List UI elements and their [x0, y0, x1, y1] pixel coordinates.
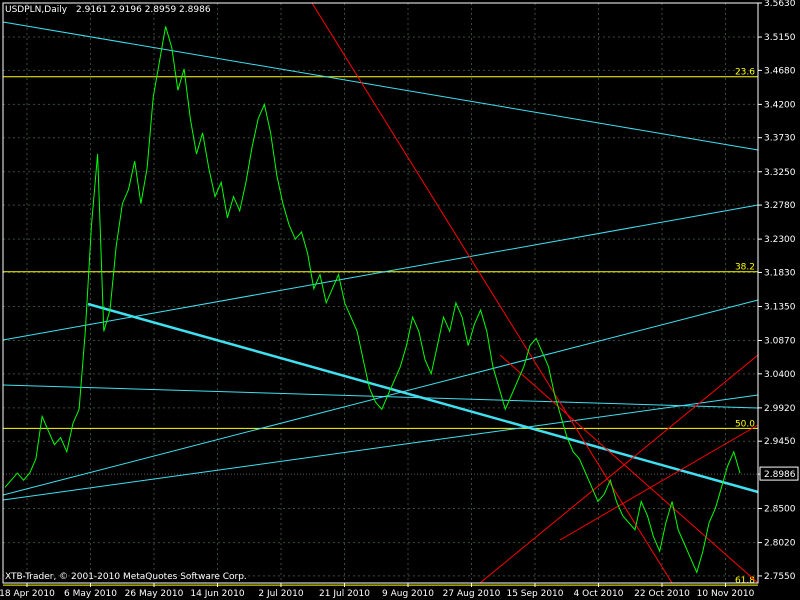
y-tick-label: 3.0400: [764, 370, 796, 380]
x-tick-label: 10 Nov 2010: [697, 589, 755, 599]
copyright-text: XTB-Trader, © 2001-2010 MetaQuotes Softw…: [5, 572, 247, 582]
y-tick-label: 2.7550: [764, 572, 796, 582]
x-tick-label: 18 Apr 2010: [0, 589, 55, 599]
x-tick-label: 6 May 2010: [64, 589, 117, 599]
y-tick-label: 3.1830: [764, 268, 796, 278]
fibo-level-label: 38.2: [735, 263, 755, 273]
x-tick-label: 22 Oct 2010: [634, 589, 690, 599]
chart-window[interactable]: 23.6 38.2 50.0 61.8 3.5630 3.5150 3.4680 3.420…: [0, 0, 800, 600]
channel-line[interactable]: [479, 354, 759, 584]
channel-line[interactable]: [311, 2, 673, 584]
y-tick-label: 3.1350: [764, 302, 796, 312]
axes: 3.5630 3.5150 3.4680 3.4200 3.3730 3.3250 3.27…: [0, 0, 799, 599]
y-tick-label: 2.8500: [764, 505, 796, 515]
trend-line[interactable]: [2, 384, 759, 409]
trend-line[interactable]: [2, 21, 759, 151]
x-tick-label: 4 Oct 2010: [574, 589, 624, 599]
price-line: [4, 26, 741, 574]
y-tick-label: 3.5150: [764, 33, 796, 43]
y-tick-label: 3.3730: [764, 134, 796, 144]
y-tick-label: 3.0870: [764, 337, 796, 347]
y-tick-label: 3.4680: [764, 66, 796, 76]
y-tick-label: 2.8020: [764, 539, 796, 549]
x-tick-label: 15 Sep 2010: [506, 589, 563, 599]
x-tick-label: 27 Aug 2010: [443, 589, 501, 599]
fibo-level-label: 23.6: [735, 68, 755, 78]
x-tick-label: 26 May 2010: [125, 589, 184, 599]
current-price-label: 2.8986: [764, 470, 796, 480]
y-tick-label: 3.5630: [764, 0, 796, 9]
chart-title: USDPLN,Daily: [5, 5, 68, 15]
y-tick-label: 3.3250: [764, 168, 796, 178]
x-tick-label: 14 Jun 2010: [190, 589, 244, 599]
ohlc-readout: 2.9161 2.9196 2.8959 2.8986: [76, 5, 211, 15]
plot-frame: [2, 2, 759, 584]
price-series: [4, 26, 741, 574]
y-tick-label: 3.2780: [764, 201, 796, 211]
x-tick-label: 9 Aug 2010: [382, 589, 434, 599]
y-tick-label: 2.9450: [764, 437, 796, 447]
trendlines[interactable]: [2, 2, 759, 584]
x-tick-label: 2 Jul 2010: [258, 589, 303, 599]
trend-line[interactable]: [2, 299, 759, 496]
trend-line[interactable]: [87, 302, 759, 494]
y-tick-label: 3.4200: [764, 100, 796, 110]
price-chart[interactable]: 23.638.250.061.8 3.56303.51503.46803.420…: [0, 0, 800, 600]
x-tick-label: 21 Jul 2010: [319, 589, 370, 599]
y-tick-label: 3.2300: [764, 235, 796, 245]
channel-line[interactable]: [499, 354, 759, 584]
y-tick-label: 2.9920: [764, 404, 796, 414]
